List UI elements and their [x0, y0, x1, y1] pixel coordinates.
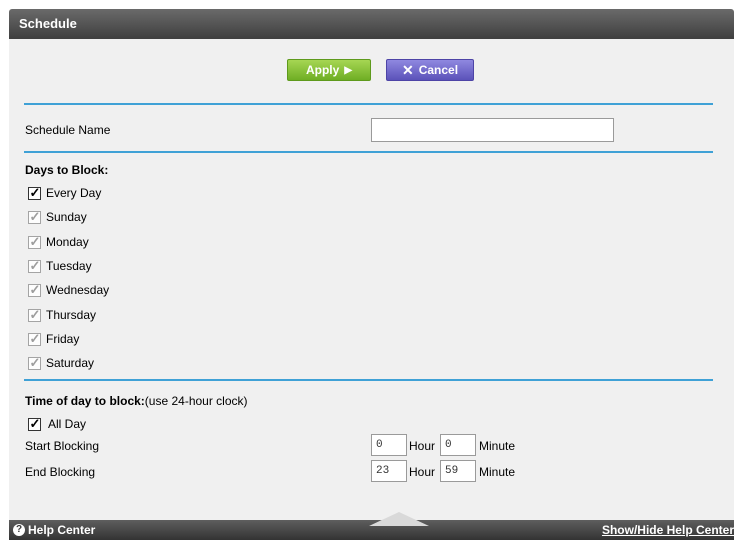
day-checkbox[interactable]: ✓: [28, 258, 41, 273]
day-checkbox-label: Every Day: [46, 186, 102, 200]
day-checkbox-label: Thursday: [46, 308, 97, 322]
checkmark-icon: ✓: [29, 416, 41, 431]
start-blocking-label: Start Blocking: [25, 439, 100, 453]
help-footer-bar: ? Help Center Show/Hide Help Center: [9, 512, 734, 540]
end-hour-unit: Hour: [409, 465, 436, 479]
help-center-text: Help Center: [28, 523, 96, 537]
end-hour-input[interactable]: [371, 460, 407, 482]
section-divider: [24, 151, 713, 153]
checkmark-icon: ✓: [29, 331, 41, 346]
cancel-label: Cancel: [418, 63, 459, 77]
all-day-label: All Day: [48, 417, 87, 431]
checkmark-icon: ✓: [29, 185, 41, 200]
start-hour-input[interactable]: [371, 434, 407, 456]
checkmark-icon: ✓: [29, 234, 41, 249]
section-divider: [24, 379, 713, 381]
help-center-label: ? Help Center: [13, 523, 95, 537]
day-checkbox[interactable]: ✓: [28, 331, 41, 346]
time-heading-note: (use 24-hour clock): [144, 394, 248, 408]
checkmark-icon: ✓: [29, 307, 41, 322]
section-divider: [24, 103, 713, 105]
page-title: Schedule: [19, 16, 77, 31]
play-arrow-icon: ▶: [344, 64, 353, 76]
day-checkbox[interactable]: ✓: [28, 234, 41, 249]
end-minute-unit: Minute: [479, 465, 516, 479]
time-heading-label: Time of day to block:: [25, 394, 145, 408]
schedule-name-input[interactable]: [371, 118, 614, 142]
schedule-name-label: Schedule Name: [25, 123, 111, 137]
start-minute-unit: Minute: [479, 439, 516, 453]
day-checkbox-label: Tuesday: [46, 259, 92, 273]
apply-label: Apply: [305, 63, 340, 77]
checkmark-icon: ✓: [29, 355, 41, 370]
start-minute-input[interactable]: [440, 434, 476, 456]
show-hide-help-link[interactable]: Show/Hide Help Center: [602, 523, 734, 537]
end-blocking-label: End Blocking: [25, 465, 96, 479]
checkmark-icon: ✓: [29, 209, 41, 224]
title-bar: Schedule: [9, 9, 734, 39]
day-checkbox-label: Monday: [46, 235, 89, 249]
checkmark-icon: ✓: [29, 282, 41, 297]
day-checkbox-label: Wednesday: [46, 283, 110, 297]
day-checkbox-label: Friday: [46, 332, 80, 346]
day-checkbox[interactable]: ✓: [28, 209, 41, 224]
close-icon: ✕: [401, 61, 414, 78]
apply-button[interactable]: Apply ▶: [287, 59, 371, 81]
time-heading: Time of day to block:(use 24-hour clock): [25, 394, 248, 408]
day-checkbox[interactable]: ✓: [28, 355, 41, 370]
all-day-checkbox[interactable]: ✓: [28, 416, 41, 431]
day-checkbox[interactable]: ✓: [28, 282, 41, 297]
help-icon: ?: [13, 524, 25, 536]
checkmark-icon: ✓: [29, 258, 41, 273]
end-minute-input[interactable]: [440, 460, 476, 482]
days-heading: Days to Block:: [25, 163, 109, 177]
day-checkbox-label: Sunday: [46, 210, 87, 224]
cancel-button[interactable]: ✕ Cancel: [386, 59, 474, 81]
start-hour-unit: Hour: [409, 439, 436, 453]
day-checkbox[interactable]: ✓: [28, 307, 41, 322]
day-checkbox-label: Saturday: [46, 356, 95, 370]
day-checkbox[interactable]: ✓: [28, 185, 41, 200]
expand-handle-icon[interactable]: [369, 512, 429, 526]
